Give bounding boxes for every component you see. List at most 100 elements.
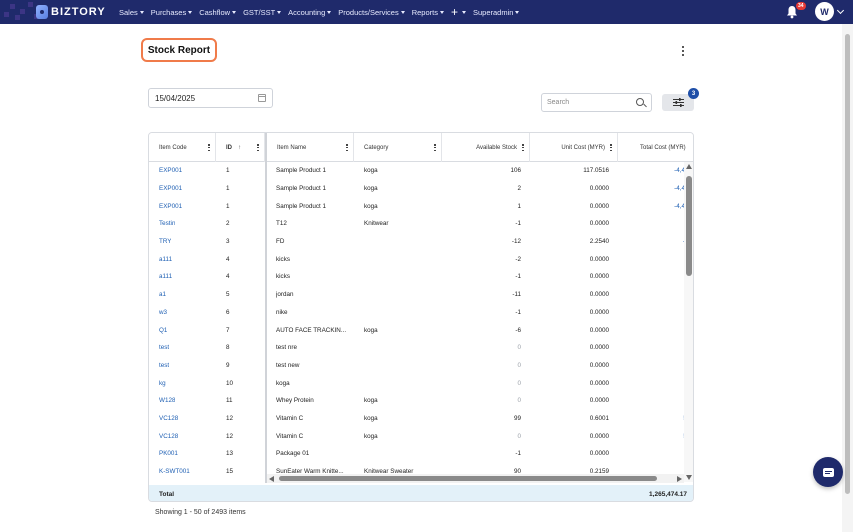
scroll-down-icon[interactable] [686,475,692,480]
brand-logo[interactable]: BIZTORY [36,3,106,21]
page-scroll-thumb[interactable] [845,34,850,494]
vertical-scroll-thumb[interactable] [686,176,692,276]
table-row[interactable]: VC128 12 Vitamin C koga 0 0.0000! [149,427,693,445]
table-row[interactable]: test 8 test nre 0 0.0000 [149,339,693,357]
menu-products-services[interactable]: Products/Services [338,8,405,17]
item-code-link[interactable]: EXP001 [159,162,182,180]
menu-superadmin[interactable]: Superadmin [473,8,520,17]
column-menu-icon[interactable] [610,144,612,151]
item-code-link[interactable]: test [159,339,169,357]
item-code-link[interactable]: EXP001 [159,197,182,215]
available-stock: -2 [515,255,521,263]
search-input[interactable]: Search [541,93,652,112]
item-code-link[interactable]: Testin [159,215,175,233]
total-cost [619,286,685,304]
column-header-id[interactable]: ID ↑ [216,133,265,162]
item-code-link[interactable]: W128 [159,392,175,410]
table-row[interactable]: Testin 2 T12 Knitwear -1 0.0000 [149,215,693,233]
scroll-left-icon[interactable] [269,476,274,482]
item-name: FD [276,238,285,246]
menu-cashflow[interactable]: Cashflow [199,8,237,17]
item-code-link[interactable]: VC128 [159,410,178,428]
menu-gst-sst[interactable]: GST/SST [243,8,282,17]
table-row[interactable]: VC128 12 Vitamin C koga 99 0.6001! [149,410,693,428]
table-row[interactable]: a111 4 kicks -1 0.0000 [149,268,693,286]
filter-count-badge: 3 [688,88,699,99]
search-icon[interactable] [636,98,644,106]
item-id: 1 [226,202,230,210]
table-row[interactable]: test 9 test new 0 0.0000 [149,357,693,375]
item-code-link[interactable]: K-SWT001 [159,463,190,481]
total-cost: - [619,233,685,251]
table-row[interactable]: PK001 13 Package 01 -1 0.0000 [149,445,693,463]
menu-sales[interactable]: Sales [119,8,144,17]
user-avatar[interactable]: W [815,2,834,21]
item-code-link[interactable]: a111 [159,268,172,286]
item-code-link[interactable]: EXP001 [159,180,182,198]
table-row[interactable]: EXP001 1 Sample Product 1 koga 1 0.0000 -4,4 [149,197,693,215]
vertical-scrollbar[interactable] [684,162,693,482]
chat-button[interactable] [813,457,843,487]
more-options-icon[interactable] [681,46,685,56]
column-header-category[interactable]: Category [354,133,442,162]
table-row[interactable]: EXP001 1 Sample Product 1 koga 2 0.0000 -4,4 [149,180,693,198]
item-code-link[interactable]: test [159,357,169,375]
menu-add[interactable]: + [451,6,466,18]
column-header-available-stock[interactable]: Available Stock [442,133,530,162]
item-code-link[interactable]: a111 [159,250,172,268]
menu-purchases[interactable]: Purchases [151,8,193,17]
column-header-item-code[interactable]: Item Code [149,133,216,162]
total-cost [619,374,685,392]
item-code-link[interactable]: w3 [159,304,167,322]
column-menu-icon[interactable] [522,144,524,151]
table-row[interactable]: w3 6 nike -1 0.0000 [149,304,693,322]
table-row[interactable]: a111 4 kicks -2 0.0000 [149,250,693,268]
chevron-down-icon[interactable] [836,6,845,15]
item-code-link[interactable]: TRY [159,233,171,251]
column-header-item-name[interactable]: Item Name [267,133,354,162]
item-code-link[interactable]: PK001 [159,445,178,463]
total-cost: ! [619,410,685,428]
item-name: Package 01 [276,450,310,458]
item-code-link[interactable]: VC128 [159,427,178,445]
item-name: test nre [276,344,297,352]
page-scrollbar[interactable] [842,24,853,532]
item-code-link[interactable]: Q1 [159,321,167,339]
column-menu-icon[interactable] [434,144,436,151]
grid-body: EXP001 1 Sample Product 1 koga 106 117.0516 -4… [149,162,693,482]
date-value: 15/04/2025 [155,93,196,103]
scroll-up-icon[interactable] [686,164,692,169]
item-category: koga [364,167,378,175]
date-field[interactable]: 15/04/2025 [148,88,273,108]
item-name: test new [276,361,300,369]
column-menu-icon[interactable] [257,144,259,151]
item-category: Knitwear [364,220,389,228]
table-row[interactable]: a1 5 jordan -11 0.0000 [149,286,693,304]
column-menu-icon[interactable] [208,144,210,151]
calendar-icon[interactable] [258,94,266,102]
item-code-link[interactable]: a1 [159,286,166,304]
available-stock: 0 [517,361,521,369]
table-row[interactable]: kg 10 koga 0 0.0000 [149,374,693,392]
item-code-link[interactable]: kg [159,374,166,392]
table-row[interactable]: EXP001 1 Sample Product 1 koga 106 117.0516 -4… [149,162,693,180]
table-row[interactable]: TRY 3 FD -12 2.2540 - [149,233,693,251]
column-header-unit-cost[interactable]: Unit Cost (MYR) [530,133,618,162]
total-label: Total [159,490,175,498]
unit-cost: 0.6001 [589,414,609,422]
column-header-total-cost[interactable]: Total Cost (MYR) [618,133,693,162]
total-value: 1,265,474.17 [649,490,687,498]
table-row[interactable]: Q1 7 AUTO FACE TRACKIN... koga -6 0.0000 [149,321,693,339]
unit-cost: 0.0000 [589,273,609,281]
column-menu-icon[interactable] [346,144,348,151]
item-id: 3 [226,238,230,246]
scroll-right-icon[interactable] [677,476,682,482]
table-row[interactable]: W128 11 Whey Protein koga 0 0.0000 [149,392,693,410]
menu-accounting[interactable]: Accounting [288,8,332,17]
total-cost: -4,4 [674,185,685,193]
menu-reports[interactable]: Reports [412,8,444,17]
item-category: koga [364,432,378,440]
item-id: 5 [226,291,230,299]
horizontal-scrollbar[interactable] [267,474,684,483]
horizontal-scroll-thumb[interactable] [279,476,657,481]
